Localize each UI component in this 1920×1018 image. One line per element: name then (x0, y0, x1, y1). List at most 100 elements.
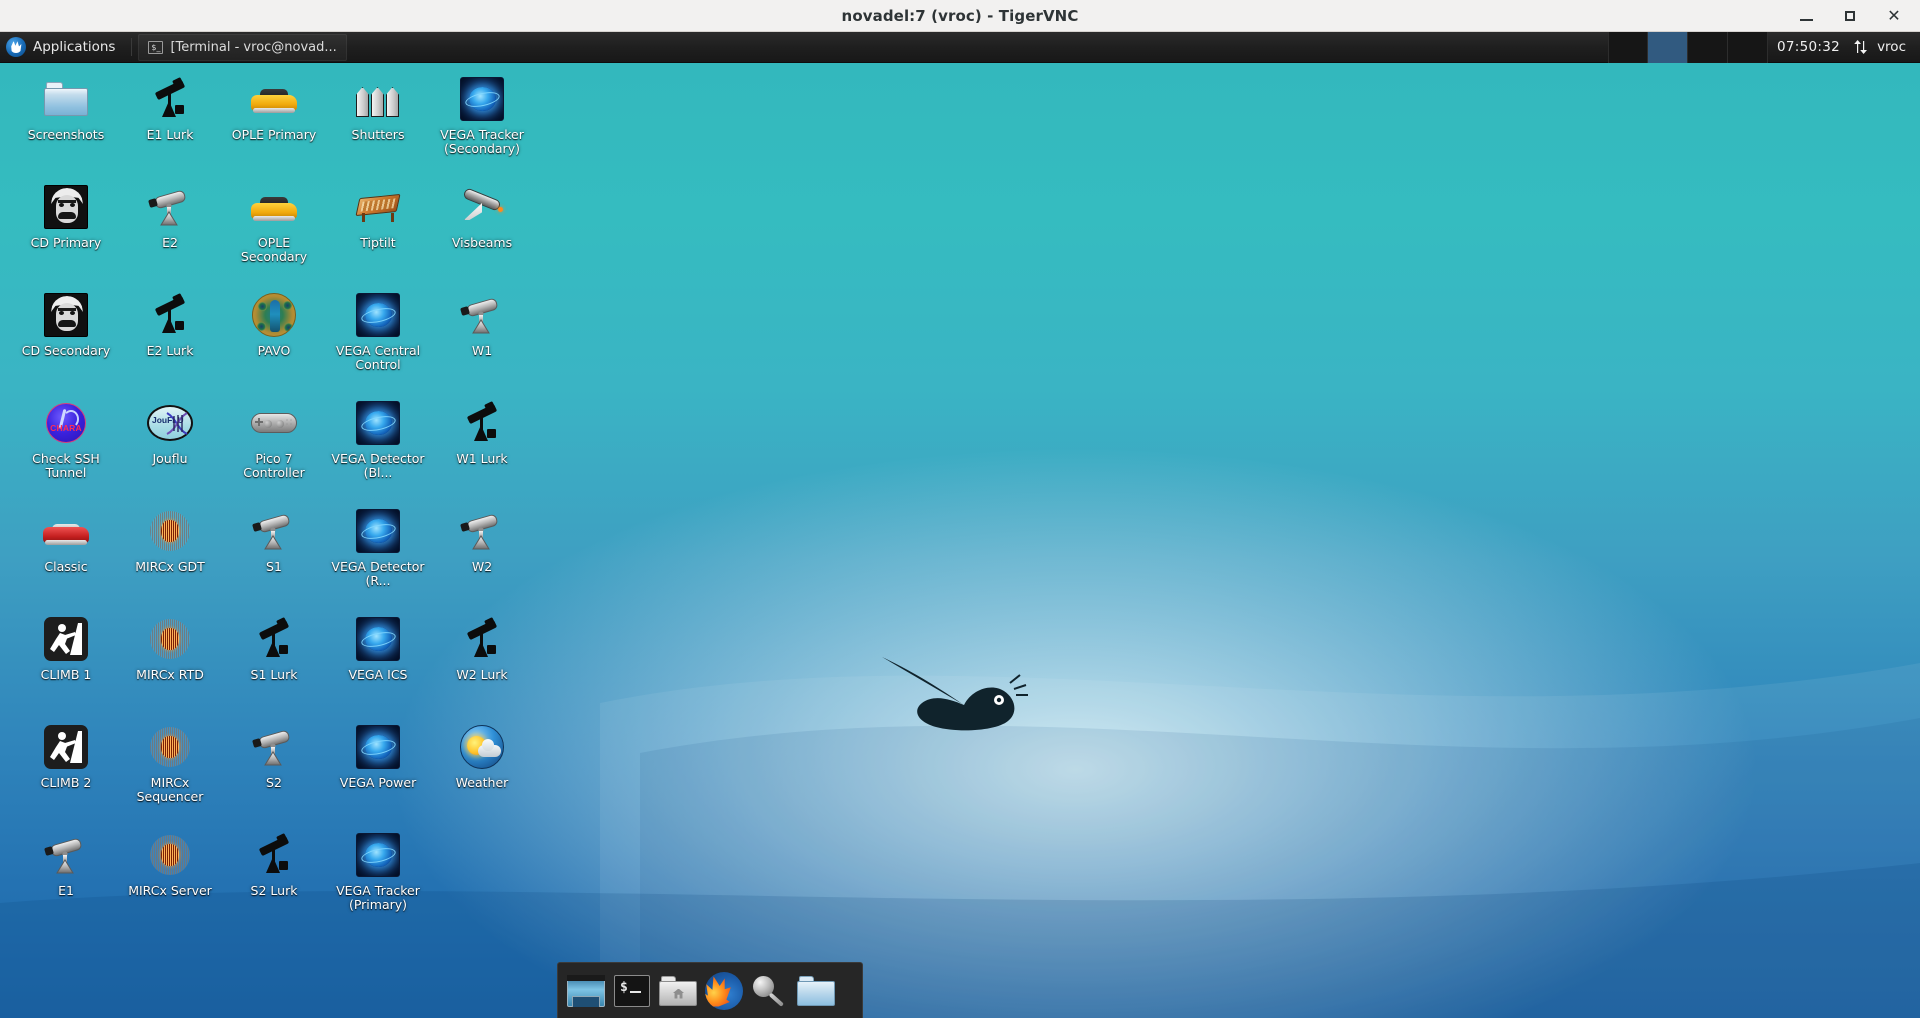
desktop-icon-label: W1 (471, 343, 493, 358)
desktop-icon-label: VEGA Tracker (Primary) (336, 883, 420, 912)
desktop-icon-mircx-server[interactable]: MIRCx Server (118, 827, 222, 935)
workspace-4[interactable] (1728, 31, 1769, 63)
panel-separator (131, 38, 133, 56)
desktop-icon-screenshots[interactable]: Screenshots (14, 71, 118, 179)
desktop-icon-mircx-sequencer[interactable]: MIRCx Sequencer (118, 719, 222, 827)
top-panel: Applications $_ [Terminal - vroc@novad..… (0, 31, 1920, 63)
jouflu-logo-icon: JouFLU (146, 399, 194, 447)
desktop-icon-label: S1 Lurk (250, 667, 298, 682)
current-user-label[interactable]: vroc (1871, 39, 1920, 55)
telescope-black-icon (250, 831, 298, 879)
desktop-icon-label: W2 (471, 559, 493, 574)
folder-icon (42, 75, 90, 123)
vega-globe-icon (354, 291, 402, 339)
desktop-icon-label: CD Primary (30, 235, 102, 250)
desktop-icon-mircx-rtd[interactable]: MIRCx RTD (118, 611, 222, 719)
telescope-silver-icon (146, 183, 194, 231)
desktop-icon-pico-7-controller[interactable]: Pico 7 Controller (222, 395, 326, 503)
telescope-black-icon (146, 291, 194, 339)
desktop-area[interactable]: Screenshots E1 Lurk OPLE Primary Shutter… (0, 63, 1920, 1018)
desktop-icon-vega-central-control[interactable]: VEGA Central Control (326, 287, 430, 395)
task-item-terminal[interactable]: $_ [Terminal - vroc@novad... (138, 33, 347, 61)
telescope-silver-icon (250, 507, 298, 555)
telescope-silver-icon (42, 831, 90, 879)
desktop-icon-cd-secondary[interactable]: CD Secondary (14, 287, 118, 395)
network-up-down-icon[interactable] (1849, 32, 1871, 63)
search-launcher[interactable] (749, 970, 791, 1012)
workspace-1[interactable] (1608, 31, 1649, 63)
vega-globe-icon (354, 831, 402, 879)
desktop-icon-climb-1[interactable]: CLIMB 1 (14, 611, 118, 719)
desktop-icon-w2-lurk[interactable]: W2 Lurk (430, 611, 534, 719)
desktop-icon-e1[interactable]: E1 (14, 827, 118, 935)
desktop-icon-s1[interactable]: S1 (222, 503, 326, 611)
close-button[interactable]: ✕ (1872, 0, 1916, 32)
minimize-button[interactable] (1784, 0, 1828, 32)
fringe-pattern-icon (146, 831, 194, 879)
workspace-2[interactable] (1648, 31, 1689, 63)
desktop-icon-e2[interactable]: E2 (118, 179, 222, 287)
desktop-icon-vega-power[interactable]: VEGA Power (326, 719, 430, 827)
desktop-icon-visbeams[interactable]: Visbeams (430, 179, 534, 287)
vega-globe-icon (458, 75, 506, 123)
terminal-icon: $_ (148, 40, 164, 54)
desktop-icon-w1-lurk[interactable]: W1 Lurk (430, 395, 534, 503)
chara-logo-icon: CHARA (42, 399, 90, 447)
weather-orb-icon (458, 723, 506, 771)
desktop-icon-jouflu[interactable]: JouFLU Jouflu (118, 395, 222, 503)
desktop-icon-vega-tracker-primary[interactable]: VEGA Tracker (Primary) (326, 827, 430, 935)
desktop-icon-label: CLIMB 2 (40, 775, 92, 790)
desktop-icon-weather[interactable]: Weather (430, 719, 534, 827)
desktop-icon-s1-lurk[interactable]: S1 Lurk (222, 611, 326, 719)
xfce-mouse-icon (6, 37, 26, 57)
desktop-icon-climb-2[interactable]: CLIMB 2 (14, 719, 118, 827)
desktop-icon-label: VEGA Power (339, 775, 417, 790)
desktop-icon-label: MIRCx RTD (136, 667, 204, 682)
workspace-switcher[interactable] (1608, 31, 1769, 63)
maximize-button[interactable] (1828, 0, 1872, 32)
clock[interactable]: 07:50:32 (1768, 39, 1849, 55)
fringe-pattern-icon (146, 723, 194, 771)
desktop-icon-label: CLIMB 1 (40, 667, 92, 682)
fringe-pattern-icon (146, 507, 194, 555)
desktop-icon-ople-secondary[interactable]: OPLE Secondary (222, 179, 326, 287)
desktop-icon-label: S1 (266, 559, 282, 574)
desktop-icon-e1-lurk[interactable]: E1 Lurk (118, 71, 222, 179)
desktop-icon-pavo[interactable]: PAVO (222, 287, 326, 395)
desktop-icon-label: S2 (266, 775, 282, 790)
desktop-icon-vega-ics[interactable]: VEGA ICS (326, 611, 430, 719)
home-folder-launcher[interactable] (657, 970, 699, 1012)
desktop-icon-w2[interactable]: W2 (430, 503, 534, 611)
desktop-icon-w1[interactable]: W1 (430, 287, 534, 395)
desktop-icon-label: CD Secondary (21, 343, 111, 358)
applications-menu-button[interactable]: Applications (0, 32, 125, 63)
desktop-icon-tiptilt[interactable]: Tiptilt (326, 179, 430, 287)
folder-icon (797, 975, 835, 1006)
firefox-launcher[interactable] (703, 970, 745, 1012)
desktop-icon-ople-primary[interactable]: OPLE Primary (222, 71, 326, 179)
window-controls: ✕ (1784, 0, 1916, 32)
desktop-icon-vega-detector-red[interactable]: VEGA Detector (R... (326, 503, 430, 611)
desktop-icon-cd-primary[interactable]: CD Primary (14, 179, 118, 287)
vega-globe-icon (354, 399, 402, 447)
terminal-launcher[interactable]: $ (611, 970, 653, 1012)
desktop-icon-vega-tracker-secondary[interactable]: VEGA Tracker (Secondary) (430, 71, 534, 179)
desktop-icon-e2-lurk[interactable]: E2 Lurk (118, 287, 222, 395)
tiptilt-stage-icon (354, 183, 402, 231)
desktop-icon-shutters[interactable]: Shutters (326, 71, 430, 179)
desktop-icon-s2-lurk[interactable]: S2 Lurk (222, 827, 326, 935)
desktop-icon-s2[interactable]: S2 (222, 719, 326, 827)
show-desktop-button[interactable] (565, 970, 607, 1012)
desktop-icon-vega-detector-blue[interactable]: VEGA Detector (Bl... (326, 395, 430, 503)
file-manager-launcher[interactable] (795, 970, 837, 1012)
desktop-icon-classic[interactable]: Classic (14, 503, 118, 611)
desktop-icon-check-ssh-tunnel[interactable]: CHARA Check SSH Tunnel (14, 395, 118, 503)
desktop-icon-label: E2 (162, 235, 178, 250)
show-desktop-icon (567, 974, 605, 1007)
desktop-icon-mircx-gdt[interactable]: MIRCx GDT (118, 503, 222, 611)
yellow-car-icon (250, 75, 298, 123)
climber-icon (42, 723, 90, 771)
telescope-silver-icon (458, 291, 506, 339)
window-titlebar: novadel:7 (vroc) - TigerVNC ✕ (0, 0, 1920, 32)
workspace-3[interactable] (1688, 31, 1729, 63)
